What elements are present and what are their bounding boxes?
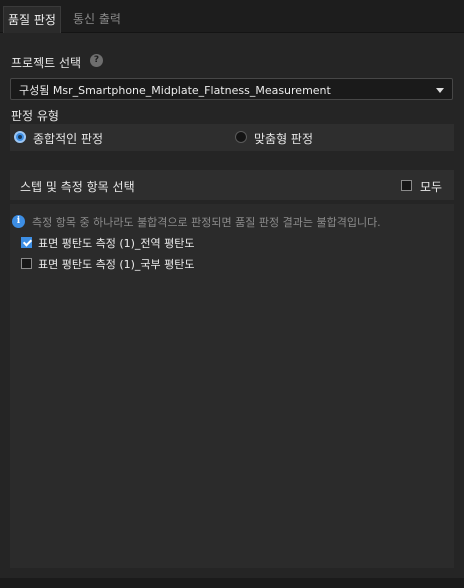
item-label-local-flatness: 표면 평탄도 측정 (1)_국부 평탄도 xyxy=(38,258,195,271)
dropdown-arrow-icon xyxy=(436,88,444,93)
judgement-type-label: 판정 유형 xyxy=(11,109,59,123)
project-dropdown-value: 구성됨 Msr_Smartphone_Midplate_Flatness_Mea… xyxy=(19,84,331,97)
steps-section-header: 스텝 및 측정 항목 선택 모두 xyxy=(10,170,454,200)
project-dropdown[interactable]: 구성됨 Msr_Smartphone_Midplate_Flatness_Mea… xyxy=(10,78,453,100)
info-icon: i xyxy=(12,215,25,228)
tab-communication-output[interactable]: 통신 출력 xyxy=(69,6,125,32)
judgement-type-panel: 종합적인 판정 맞춤형 판정 xyxy=(10,124,454,151)
select-all-checkbox[interactable] xyxy=(401,180,412,191)
radio-unselected-icon xyxy=(235,131,247,143)
tab-bar: 품질 판정 통신 출력 xyxy=(0,0,464,33)
info-message: 측정 항목 중 하나라도 불합격으로 판정되면 품질 판정 결과는 불합격입니다… xyxy=(32,216,381,229)
radio-label: 종합적인 판정 xyxy=(33,132,104,146)
steps-header-title: 스텝 및 측정 항목 선택 xyxy=(20,180,135,194)
bottom-bar xyxy=(0,578,464,588)
radio-selected-icon xyxy=(14,131,26,143)
select-all-label: 모두 xyxy=(420,180,443,194)
tab-quality-judgement[interactable]: 품질 판정 xyxy=(3,6,61,33)
radio-label: 맞춤형 판정 xyxy=(254,132,314,146)
item-checkbox-local-flatness[interactable] xyxy=(21,258,32,269)
project-select-label: 프로젝트 선택 xyxy=(11,56,82,70)
item-label-global-flatness: 표면 평탄도 측정 (1)_전역 평탄도 xyxy=(38,237,195,250)
item-checkbox-global-flatness[interactable] xyxy=(21,237,32,248)
question-icon[interactable]: ? xyxy=(90,54,103,67)
